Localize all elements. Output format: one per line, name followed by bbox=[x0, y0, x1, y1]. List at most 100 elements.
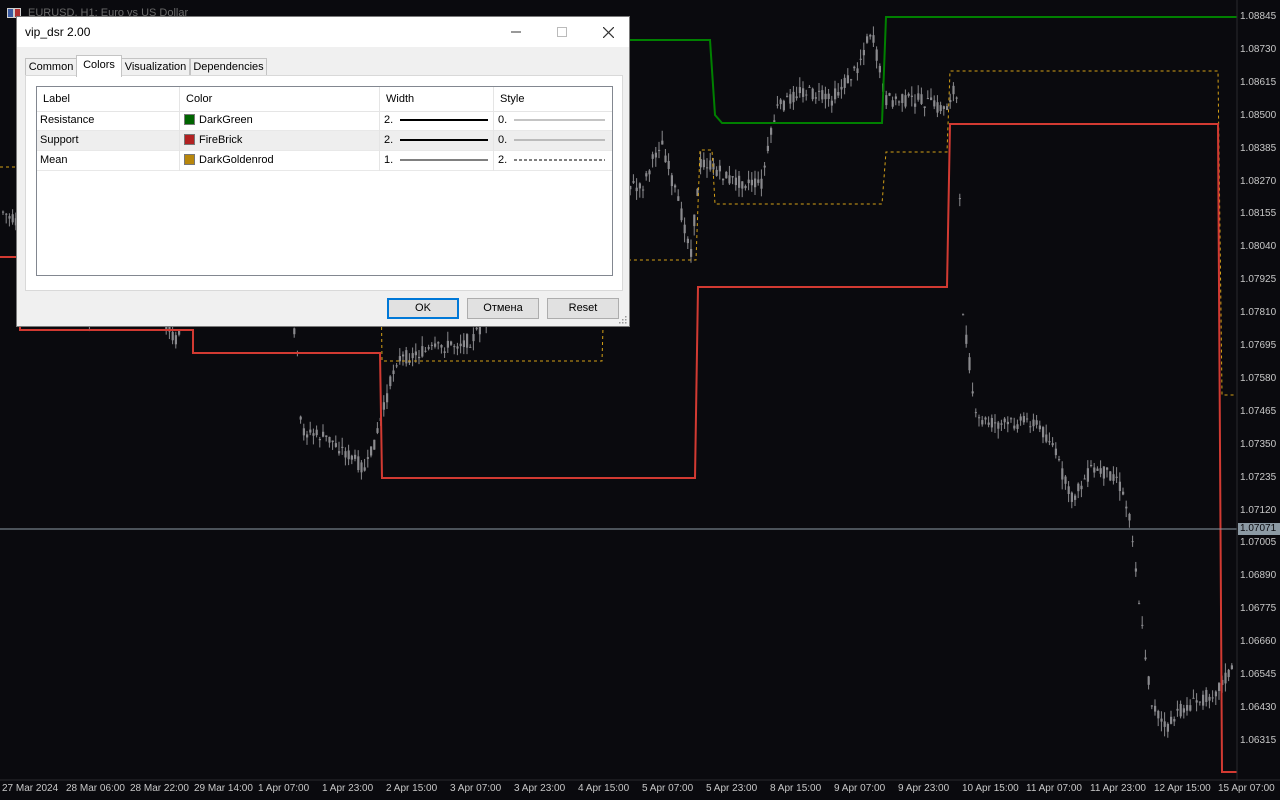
row-width[interactable]: 2. bbox=[380, 131, 494, 151]
candle-body bbox=[1032, 419, 1035, 427]
reset-button[interactable]: Reset bbox=[547, 298, 619, 319]
time-tick-label: 5 Apr 23:00 bbox=[706, 783, 758, 794]
candle-body bbox=[1000, 423, 1003, 425]
row-style[interactable]: 0. bbox=[494, 111, 612, 131]
resize-grip-icon[interactable] bbox=[619, 316, 627, 324]
dialog-titlebar[interactable]: vip_dsr 2.00 bbox=[17, 17, 629, 47]
candle-body bbox=[658, 149, 661, 151]
row-width[interactable]: 1. bbox=[380, 151, 494, 171]
candle-body bbox=[715, 169, 718, 176]
row-color[interactable]: DarkGreen bbox=[180, 111, 380, 131]
table-row[interactable]: Mean DarkGoldenrod 1. 2. bbox=[37, 151, 612, 171]
column-style-header[interactable]: Style bbox=[494, 87, 612, 111]
tab-dependencies[interactable]: Dependencies bbox=[190, 58, 267, 76]
close-button[interactable] bbox=[585, 17, 631, 47]
candle-body bbox=[469, 346, 472, 348]
candle-body bbox=[702, 159, 705, 168]
candle-body bbox=[1109, 471, 1112, 481]
candle-body bbox=[686, 238, 689, 244]
candle-body bbox=[430, 344, 433, 346]
candle-body bbox=[936, 102, 939, 113]
candle-body bbox=[318, 438, 321, 441]
candle-body bbox=[1205, 689, 1208, 702]
time-tick-label: 2 Apr 15:00 bbox=[386, 783, 438, 794]
time-tick-label: 27 Mar 2024 bbox=[2, 783, 59, 794]
candle-body bbox=[866, 36, 869, 43]
grid-header: Label Color Width Style bbox=[37, 87, 612, 112]
candle-body bbox=[1070, 492, 1073, 502]
candle-body bbox=[718, 165, 721, 172]
price-tick-label: 1.07925 bbox=[1240, 274, 1277, 286]
candle-body bbox=[693, 214, 696, 227]
candle-body bbox=[1029, 426, 1032, 428]
minimize-button[interactable] bbox=[493, 17, 539, 47]
cancel-button[interactable]: Отмена bbox=[467, 298, 539, 319]
candle-body bbox=[354, 454, 357, 459]
row-style[interactable]: 0. bbox=[494, 131, 612, 151]
candle-body bbox=[302, 428, 305, 436]
candle-body bbox=[1176, 708, 1179, 711]
candle-body bbox=[1195, 700, 1198, 703]
candle-body bbox=[389, 376, 392, 387]
column-width-header[interactable]: Width bbox=[380, 87, 494, 111]
candle-body bbox=[949, 100, 952, 103]
time-tick-label: 10 Apr 15:00 bbox=[962, 783, 1019, 794]
candle-body bbox=[1067, 486, 1070, 495]
width-value: 1. bbox=[384, 154, 394, 166]
candle-body bbox=[360, 462, 363, 473]
candle-body bbox=[1150, 705, 1153, 707]
width-line-sample bbox=[400, 139, 489, 142]
candle-body bbox=[370, 446, 373, 456]
column-color-header[interactable]: Color bbox=[180, 87, 380, 111]
candle-body bbox=[450, 341, 453, 345]
tab-colors[interactable]: Colors bbox=[76, 55, 122, 77]
price-tick-label: 1.07465 bbox=[1240, 405, 1277, 417]
candle-body bbox=[1147, 676, 1150, 685]
candle-body bbox=[1166, 723, 1169, 732]
ok-button[interactable]: OK bbox=[387, 298, 459, 319]
row-color[interactable]: FireBrick bbox=[180, 131, 380, 151]
price-tick-label: 1.08730 bbox=[1240, 43, 1277, 55]
candle-body bbox=[382, 402, 385, 410]
candle-body bbox=[971, 391, 974, 394]
row-color[interactable]: DarkGoldenrod bbox=[180, 151, 380, 171]
candle-body bbox=[670, 175, 673, 187]
candle-body bbox=[830, 100, 833, 106]
style-line-sample bbox=[514, 119, 606, 121]
candle-body bbox=[981, 420, 984, 425]
candle-body bbox=[1118, 481, 1121, 492]
candle-body bbox=[808, 86, 811, 88]
candle-body bbox=[645, 173, 648, 177]
candle-body bbox=[1042, 427, 1045, 438]
candle-body bbox=[1054, 448, 1057, 456]
candle-body bbox=[824, 93, 827, 100]
candle-body bbox=[1134, 568, 1137, 572]
candle-body bbox=[798, 87, 801, 94]
tab-visualization[interactable]: Visualization bbox=[121, 58, 190, 76]
candle-body bbox=[734, 177, 737, 186]
candle-body bbox=[171, 331, 174, 341]
table-row[interactable]: Support FireBrick 2. 0. bbox=[37, 131, 612, 151]
row-width[interactable]: 2. bbox=[380, 111, 494, 131]
candle-body bbox=[315, 429, 318, 436]
table-row[interactable]: Resistance DarkGreen 2. 0. bbox=[37, 111, 612, 131]
candle-body bbox=[1080, 485, 1083, 490]
candle-body bbox=[942, 106, 945, 109]
candle-body bbox=[920, 94, 923, 104]
candle-body bbox=[334, 443, 337, 447]
price-tick-label: 1.07695 bbox=[1240, 340, 1277, 351]
candle-body bbox=[350, 455, 353, 460]
candle-body bbox=[1115, 476, 1118, 478]
tab-common[interactable]: Common bbox=[25, 58, 77, 76]
time-tick-label: 1 Apr 23:00 bbox=[322, 783, 374, 794]
width-value: 2. bbox=[384, 114, 394, 126]
row-style[interactable]: 2. bbox=[494, 151, 612, 171]
column-label-header[interactable]: Label bbox=[37, 87, 180, 111]
candle-body bbox=[1128, 513, 1131, 521]
candle-body bbox=[357, 456, 360, 471]
price-tick-label: 1.08040 bbox=[1240, 241, 1277, 253]
close-icon bbox=[602, 26, 614, 38]
candle-body bbox=[891, 100, 894, 107]
candle-body bbox=[1122, 491, 1125, 495]
price-tick-label: 1.08615 bbox=[1240, 76, 1277, 88]
